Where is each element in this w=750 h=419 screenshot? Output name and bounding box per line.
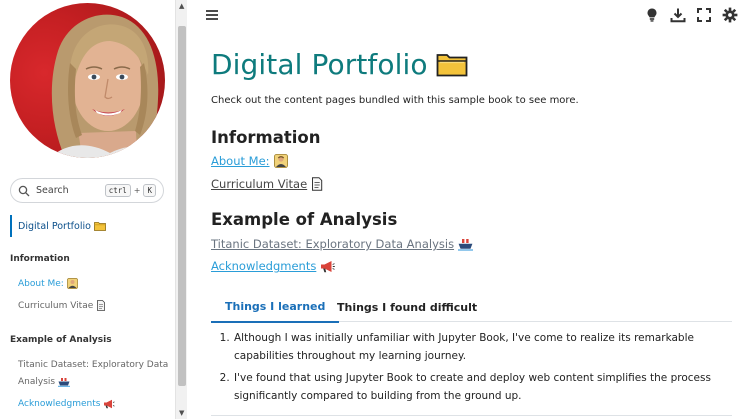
tab-things-i-learned[interactable]: Things I learned xyxy=(211,292,340,323)
megaphone-icon xyxy=(104,399,115,408)
settings-icon[interactable] xyxy=(722,7,738,23)
person-icon xyxy=(66,278,78,289)
sidebar-item-acknowledgments[interactable]: Acknowledgments xyxy=(18,396,173,413)
link-titanic[interactable]: Titanic Dataset: Exploratory Data Analys… xyxy=(211,237,474,251)
link-curriculum-vitae[interactable]: Curriculum Vitae xyxy=(211,177,323,191)
sidebar-caption-analysis: Example of Analysis xyxy=(10,335,112,345)
shortcut-key-k: K xyxy=(143,184,156,197)
sidebar-item-label: About Me: xyxy=(18,279,64,289)
link-about-me[interactable]: About Me: xyxy=(211,154,288,168)
folder-icon xyxy=(436,54,468,77)
section-heading-information: Information xyxy=(211,128,321,147)
ship-icon xyxy=(458,238,474,251)
tab-panel-things-i-learned: Although I was initially unfamiliar with… xyxy=(211,322,732,416)
avatar-photo xyxy=(50,14,165,158)
scroll-up-arrow-icon[interactable]: ▲ xyxy=(179,2,184,10)
search-input[interactable]: Search xyxy=(36,185,105,196)
link-acknowledgments[interactable]: Acknowledgments xyxy=(211,259,336,273)
sidebar-item-curriculum-vitae[interactable]: Curriculum Vitae xyxy=(18,298,173,315)
lightbulb-icon[interactable] xyxy=(644,7,660,23)
intro-text: Check out the content pages bundled with… xyxy=(211,95,579,106)
folder-icon xyxy=(94,222,106,231)
scroll-down-arrow-icon[interactable]: ▼ xyxy=(179,409,184,417)
ship-icon xyxy=(57,377,70,387)
page-icon xyxy=(312,177,323,191)
sidebar-item-label: Acknowledgments xyxy=(18,399,101,409)
megaphone-icon xyxy=(321,260,336,272)
link-label: Titanic Dataset: Exploratory Data Analys… xyxy=(211,237,455,251)
learned-list: Although I was initially unfamiliar with… xyxy=(233,329,729,409)
header-bar xyxy=(187,0,750,30)
scrollbar-thumb[interactable] xyxy=(178,26,186,386)
tab-bar: Things I learned Things I found difficul… xyxy=(211,292,732,323)
sidebar-item-about-me[interactable]: About Me: xyxy=(18,276,173,293)
sidebar-item-label: Titanic Dataset: Exploratory Data Analys… xyxy=(18,360,169,387)
sidebar-item-label: Curriculum Vitae xyxy=(18,301,94,311)
sidebar-scrollbar[interactable]: ▲ ▼ xyxy=(175,0,187,419)
sidebar-item-titanic[interactable]: Titanic Dataset: Exploratory Data Analys… xyxy=(18,357,173,391)
link-label: Acknowledgments xyxy=(211,259,317,273)
sidebar-item-digital-portfolio[interactable]: Digital Portfolio xyxy=(10,215,106,237)
avatar xyxy=(10,3,165,158)
search-box[interactable]: Search ctrl + K xyxy=(10,178,164,203)
tab-things-i-found-difficult[interactable]: Things I found difficult xyxy=(323,292,491,322)
menu-icon[interactable] xyxy=(204,7,220,23)
page-icon xyxy=(97,300,106,311)
person-icon xyxy=(273,154,288,168)
shortcut-plus: + xyxy=(133,186,141,195)
download-icon[interactable] xyxy=(670,7,686,23)
list-item: I've found that using Jupyter Book to cr… xyxy=(233,369,729,405)
list-item: Although I was initially unfamiliar with… xyxy=(233,329,729,365)
link-label: About Me: xyxy=(211,154,270,168)
sidebar-item-label: Digital Portfolio xyxy=(18,220,91,232)
link-label: Curriculum Vitae xyxy=(211,177,308,191)
search-icon xyxy=(18,185,30,197)
sidebar-caption-information: Information xyxy=(10,254,70,264)
page-title: Digital Portfolio xyxy=(211,48,468,81)
page-title-text: Digital Portfolio xyxy=(211,48,428,81)
section-heading-analysis: Example of Analysis xyxy=(211,210,398,229)
shortcut-key-ctrl: ctrl xyxy=(104,184,131,197)
fullscreen-icon[interactable] xyxy=(696,7,712,23)
sidebar: Search ctrl + K Digital Portfolio Inform… xyxy=(0,0,175,419)
